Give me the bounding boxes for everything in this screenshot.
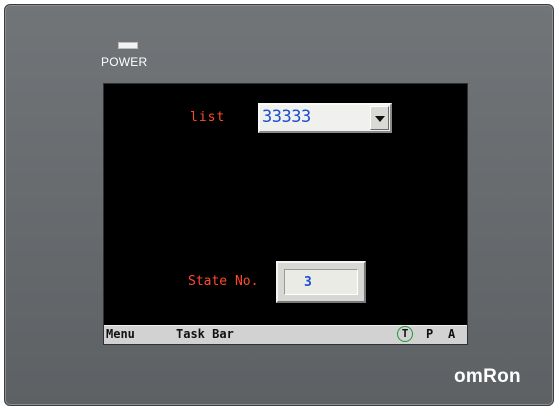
taskbar-t-indicator[interactable]: T: [397, 326, 413, 342]
display-screen: list 33333 State No. 3 Menu Task Bar T P…: [103, 83, 468, 345]
taskbar-label[interactable]: Task Bar: [176, 327, 234, 341]
taskbar: Menu Task Bar T P A: [104, 325, 467, 344]
list-dropdown[interactable]: 33333: [258, 103, 392, 133]
power-indicator-led: [118, 42, 138, 49]
taskbar-a-indicator[interactable]: A: [448, 327, 455, 341]
state-number-label: State No.: [188, 274, 259, 289]
state-number-field: 3: [284, 269, 358, 295]
state-number-display[interactable]: 3: [276, 261, 366, 303]
power-label: POWER: [101, 55, 148, 69]
list-selected-value: 33333: [262, 107, 311, 127]
brand-logo: omRon: [454, 366, 521, 387]
dropdown-button[interactable]: [370, 106, 389, 130]
taskbar-p-indicator[interactable]: P: [426, 327, 433, 341]
list-label: list: [190, 110, 226, 125]
taskbar-menu[interactable]: Menu: [106, 327, 135, 341]
triangle-down-icon: [375, 116, 385, 122]
state-number-value: 3: [304, 275, 312, 290]
